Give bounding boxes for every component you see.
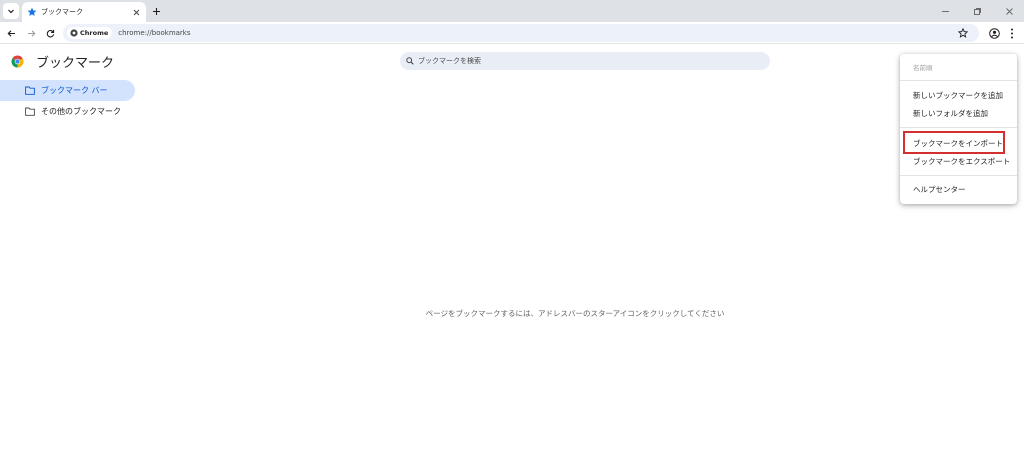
profile-button[interactable] [987, 26, 1001, 40]
sidebar-item-other-bookmarks[interactable]: その他のブックマーク [0, 101, 140, 122]
window-controls [938, 4, 1016, 18]
folder-icon [25, 107, 35, 116]
bookmark-folder-tree: ブックマーク バー その他のブックマーク [0, 80, 140, 122]
sidebar-item-label: その他のブックマーク [41, 107, 121, 116]
bookmark-star-button[interactable] [957, 27, 969, 39]
menu-divider [900, 80, 1017, 81]
menu-divider [900, 175, 1017, 176]
new-tab-button[interactable] [149, 4, 163, 18]
url-text: chrome://bookmarks [118, 29, 191, 37]
import-highlight-box [903, 131, 1005, 154]
address-bar[interactable]: Chrome chrome://bookmarks [63, 24, 979, 42]
menu-item-help-center[interactable]: ヘルプセンター [900, 180, 1017, 198]
reload-button[interactable] [43, 26, 57, 40]
plus-icon [152, 7, 160, 15]
empty-state-message: ページをブックマークするには、アドレスバーのスターアイコンをクリックしてください [425, 309, 725, 318]
back-button[interactable] [4, 26, 18, 40]
forward-button[interactable] [24, 26, 38, 40]
menu-item-sort-by-name: 名前順 [913, 64, 933, 72]
page-title: ブックマーク [36, 56, 115, 71]
tab-search-button[interactable] [3, 3, 19, 19]
chrome-logo-icon [11, 55, 24, 68]
organize-menu: 名前順 新しいブックマークを追加 新しいフォルダを追加 ブックマークをインポート… [900, 54, 1017, 204]
browser-menu-button[interactable] [1006, 26, 1018, 40]
menu-item-add-folder[interactable]: 新しいフォルダを追加 [900, 104, 1017, 122]
tab-bookmarks[interactable]: ブックマーク [22, 2, 146, 22]
folder-icon [25, 86, 35, 95]
browser-toolbar: Chrome chrome://bookmarks [0, 22, 1024, 44]
minimize-icon[interactable] [938, 4, 952, 18]
menu-divider [900, 127, 1017, 128]
restore-icon[interactable] [970, 4, 984, 18]
bookmark-search[interactable] [400, 52, 770, 70]
close-window-icon[interactable] [1002, 4, 1016, 18]
arrow-left-icon [7, 29, 15, 37]
chevron-down-icon [8, 9, 14, 14]
search-input[interactable] [418, 57, 748, 65]
avatar-icon [988, 27, 1000, 39]
sidebar-item-bookmarks-bar[interactable]: ブックマーク バー [0, 80, 135, 101]
search-icon [406, 57, 414, 65]
reload-icon [46, 29, 54, 37]
star-outline-icon [958, 28, 968, 38]
close-icon[interactable] [130, 6, 142, 18]
menu-item-export-bookmarks[interactable]: ブックマークをエクスポート [900, 152, 1017, 170]
menu-item-add-bookmark[interactable]: 新しいブックマークを追加 [900, 86, 1017, 104]
chip-label: Chrome [80, 29, 109, 37]
site-info-chip[interactable]: Chrome [67, 27, 113, 39]
tab-title: ブックマーク [41, 8, 83, 16]
tab-strip: ブックマーク [0, 0, 1024, 22]
chrome-icon [70, 29, 78, 37]
arrow-right-icon [27, 29, 35, 37]
star-icon [27, 7, 37, 17]
sidebar-item-label: ブックマーク バー [41, 86, 108, 95]
kebab-menu-icon [1011, 28, 1013, 38]
